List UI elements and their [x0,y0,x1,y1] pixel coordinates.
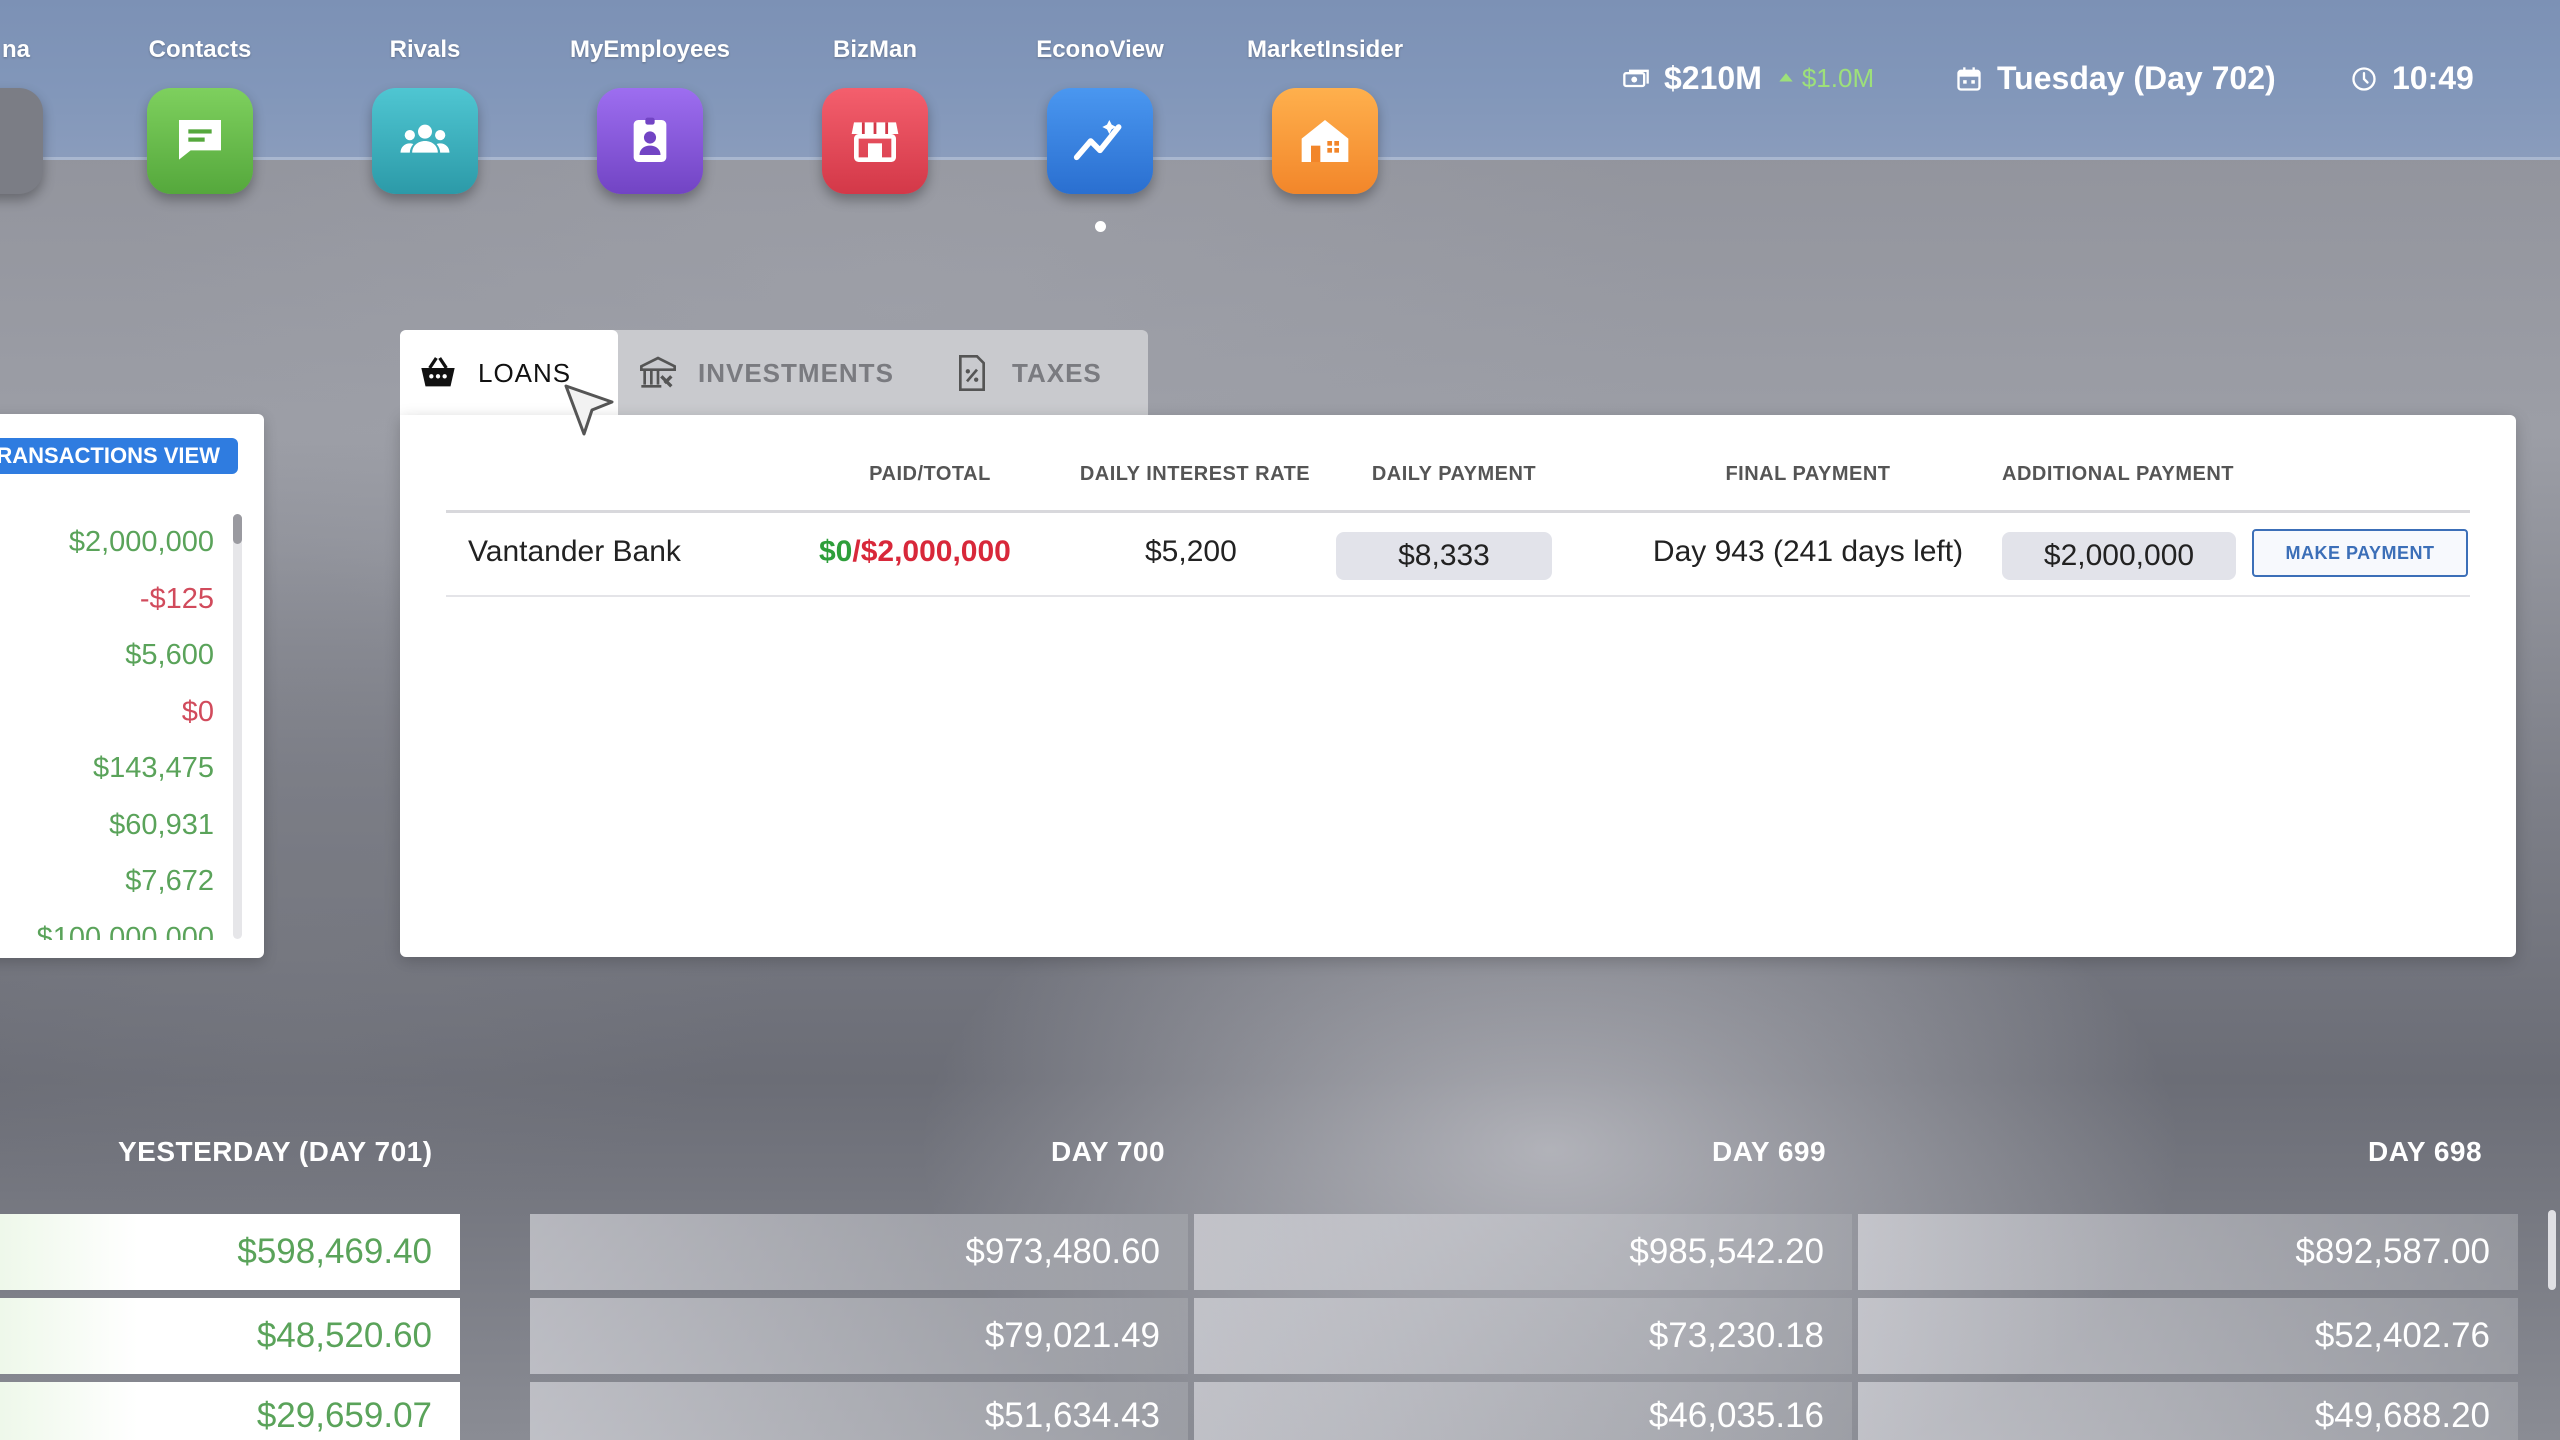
time-value: 10:49 [2392,60,2474,96]
house-icon [1301,120,1349,162]
column-header-daily-interest-rate: DAILY INTEREST RATE [1079,463,1311,485]
transactions-list: $2,000,000 -$125 $5,600 $0 $143,475 $60,… [37,514,214,940]
app-icon-partial[interactable] [0,88,43,194]
column-header-daily-payment: DAILY PAYMENT [1371,463,1537,485]
trend-chart-icon [1073,120,1122,161]
money-display: $210M $1.0M [1622,60,1874,97]
day-cell: $973,480.60 [530,1214,1188,1290]
tab-investments[interactable]: INVESTMENTS [638,330,894,416]
day-header: YESTERDAY (DAY 701) [118,1136,433,1167]
app-label-econoview: EconoView [1036,36,1164,63]
tab-investments-label: INVESTMENTS [698,357,894,388]
time-display: 10:49 [2350,60,2474,97]
app-label-myemployees: MyEmployees [569,36,731,63]
list-item: $0 [181,695,214,728]
app-rivals-button[interactable] [372,88,478,194]
loan-interest-rate: $5,200 [1145,535,1237,568]
app-bizman-button[interactable] [822,88,928,194]
list-item: $2,000,000 [68,526,214,558]
finance-tabs: LOANS INVESTMENTS TAXES [400,330,1148,416]
store-icon [851,122,899,162]
loan-total: $2,000,000 [860,535,1011,568]
column-header-paid-total: PAID/TOTAL [869,463,991,485]
day-cell: $51,634.43 [530,1382,1188,1440]
daily-totals-scrollbar[interactable] [2548,1210,2556,1290]
list-item: $5,600 [125,639,214,671]
column-header-final-payment: FINAL PAYMENT [1725,463,1891,485]
loan-final-payment: Day 943 (241 days left) [1652,535,1964,568]
app-label-rivals: Rivals [389,36,461,63]
loan-paid: $0 [819,535,853,568]
list-item: $143,475 [93,752,214,784]
loan-paid-total: $0/$2,000,000 [819,535,1011,569]
date-value: Tuesday (Day 702) [1997,60,2276,96]
date-display: Tuesday (Day 702) [1955,60,2276,97]
basket-icon [421,357,455,387]
list-item: $60,931 [109,808,214,841]
money-delta-value: $1.0M [1801,63,1875,93]
cash-icon [1623,69,1649,87]
day-header: DAY 700 [1051,1136,1166,1167]
transactions-scrollbar[interactable] [233,514,242,939]
page-indicator-dot[interactable] [1095,221,1106,232]
id-badge-icon [633,117,667,162]
loan-separator: / [852,535,861,568]
bank-building-icon [640,356,676,388]
transactions-panel: TRANSACTIONS VIEW $2,000,000 -$125 $5,60… [0,414,264,958]
column-header-additional-payment: ADDITIONAL PAYMENT [2002,463,2234,485]
app-label-partial: na [1,36,30,63]
app-contacts-button[interactable] [147,88,253,194]
app-marketinsider-button[interactable] [1272,88,1378,194]
list-item: $100,000,000 [36,921,214,940]
day-cell: $49,688.20 [1858,1382,2518,1440]
top-bar: na Contacts Rivals MyEmployees BizMan Ec… [0,0,2560,194]
list-item: $7,672 [125,865,214,897]
calendar-icon [1957,66,1981,91]
day-cell: $73,230.18 [1194,1298,1852,1374]
arrow-up-icon [1779,72,1793,81]
day-cell: $79,021.49 [530,1298,1188,1374]
additional-payment-field[interactable]: $2,000,000 [2002,532,2236,580]
tab-taxes-label: TAXES [1012,357,1102,388]
day-cell: $598,469.40 [0,1214,460,1290]
app-label-marketinsider: MarketInsider [1246,36,1404,63]
app-label-bizman: BizMan [833,36,917,63]
app-myemployees-button[interactable] [597,88,703,194]
row-divider [446,595,2470,597]
tab-loans-label: LOANS [478,357,572,388]
app-label-contacts: Contacts [148,36,252,63]
day-cell: $48,520.60 [0,1298,460,1374]
day-cell: $985,542.20 [1194,1214,1852,1290]
tax-document-icon [959,355,985,391]
transactions-view-button[interactable]: TRANSACTIONS VIEW [0,438,238,474]
tab-taxes[interactable]: TAXES [952,330,1102,416]
loan-lender: Vantander Bank [468,535,681,568]
header-divider [446,510,2470,513]
chat-icon [179,120,221,160]
day-cell: $52,402.76 [1858,1298,2518,1374]
day-cell: $29,659.07 [0,1382,460,1440]
day-cell: $46,035.16 [1194,1382,1852,1440]
money-value: $210M [1664,60,1762,96]
group-icon [400,124,450,153]
clock-icon [2352,66,2376,91]
loans-panel: PAID/TOTAL DAILY INTEREST RATE DAILY PAY… [400,415,2516,957]
money-delta: $1.0M [1776,63,1874,94]
day-cell: $892,587.00 [1858,1214,2518,1290]
make-payment-button[interactable]: MAKE PAYMENT [2252,529,2468,577]
mouse-cursor-icon [564,384,614,436]
list-item: -$125 [139,582,214,615]
day-header: DAY 698 [2368,1136,2483,1167]
day-header: DAY 699 [1712,1136,1827,1167]
daily-payment-field[interactable]: $8,333 [1336,532,1552,580]
app-econoview-button[interactable] [1047,88,1153,194]
